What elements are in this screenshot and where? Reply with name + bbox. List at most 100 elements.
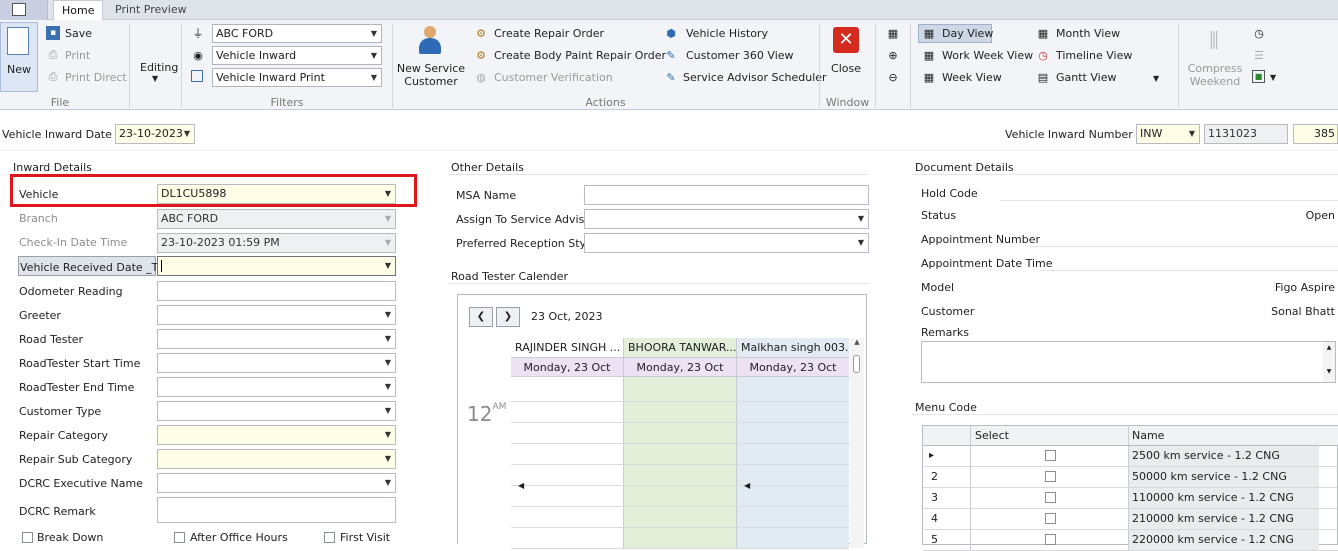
first-visit-checkbox[interactable] — [324, 532, 335, 543]
compress-weekend-button[interactable]: ⫼ Compress Weekend — [1186, 24, 1244, 90]
break-down-checkbox[interactable] — [22, 532, 33, 543]
checkin-field[interactable]: 23-10-2023 01:59 PM ▼ — [157, 233, 396, 253]
dcrc-remark-input[interactable] — [157, 497, 396, 523]
work-week-view-button[interactable]: Work Week View — [942, 49, 1033, 62]
table-row[interactable]: ▸ 2500 km service - 1.2 CNG — [923, 446, 1338, 467]
row-select-checkbox[interactable] — [1045, 450, 1056, 461]
inward-details-title: Inward Details — [13, 161, 92, 174]
row-select-checkbox[interactable] — [1045, 513, 1056, 524]
table-row[interactable]: 5 220000 km service - 1.2 CNG — [923, 530, 1338, 551]
save-button[interactable]: Save — [65, 27, 92, 40]
column-scroll-left-icon[interactable]: ◀ — [744, 481, 750, 490]
table-row[interactable]: 4 210000 km service - 1.2 CNG — [923, 509, 1338, 530]
repair-category-combo[interactable]: ▼ — [157, 425, 396, 445]
color-picker-icon[interactable]: ■ — [1252, 70, 1265, 83]
close-button-label: Close — [831, 62, 861, 75]
print-direct-button[interactable]: Print Direct — [65, 71, 127, 84]
gantt-view-button[interactable]: Gantt View — [1056, 71, 1116, 84]
zoom-in-icon[interactable]: ⊕ — [886, 48, 900, 62]
create-body-paint-button[interactable]: Create Body Paint Repair Order — [494, 49, 666, 62]
road-tester-calendar: ❮ ❯ 23 Oct, 2023 12AM RAJINDER SINGH ...… — [457, 294, 867, 551]
name-column-header[interactable]: Name — [1132, 429, 1164, 442]
calendar-row-lines — [511, 401, 849, 551]
report-icon — [191, 70, 203, 82]
inward-suffix-field[interactable]: 385 — [1293, 124, 1338, 144]
greeter-combo[interactable]: ▼ — [157, 305, 396, 325]
vehicle-combo[interactable]: DL1CU5898 ▼ — [157, 184, 396, 204]
remarks-input[interactable]: ▲ ▼ — [921, 341, 1336, 383]
inward-prefix-combo[interactable]: INW ▼ — [1136, 124, 1200, 144]
dealer-filter-combo[interactable]: ABC FORD ▼ — [212, 24, 382, 43]
file-group-label: File — [50, 96, 70, 109]
create-repair-order-button[interactable]: Create Repair Order — [494, 27, 604, 40]
week-view-button[interactable]: Week View — [942, 71, 1002, 84]
person-icon — [418, 26, 442, 56]
customer-verification-button[interactable]: Customer Verification — [494, 71, 613, 84]
appointment-datetime-label: Appointment Date Time — [921, 257, 1053, 270]
module-filter-value: Vehicle Inward — [216, 49, 297, 62]
vehicle-history-button[interactable]: Vehicle History — [686, 27, 768, 40]
column-scroll-left-icon[interactable]: ◀ — [518, 481, 524, 490]
odometer-input[interactable] — [157, 281, 396, 301]
calendar-grid-icon[interactable]: ▦ — [886, 26, 900, 40]
first-visit-label: First Visit — [340, 531, 391, 544]
dcrc-remark-label: DCRC Remark — [19, 505, 96, 518]
scheduler-icon: ✎ — [666, 70, 676, 84]
select-column-header[interactable]: Select — [975, 429, 1009, 442]
customer-type-combo[interactable]: ▼ — [157, 401, 396, 421]
report-filter-combo[interactable]: Vehicle Inward Print ▼ — [212, 68, 382, 87]
app-menu-button[interactable] — [0, 0, 48, 20]
tab-print-preview[interactable]: Print Preview — [107, 0, 195, 20]
editing-button[interactable]: Editing — [140, 61, 178, 74]
vehicle-label: Vehicle — [19, 188, 59, 201]
after-office-checkbox[interactable] — [174, 532, 185, 543]
assign-advisor-combo[interactable]: ▼ — [584, 209, 869, 229]
settings-clock-icon[interactable]: ◷ — [1252, 26, 1266, 40]
color-picker-chevron-icon: ▼ — [1270, 73, 1277, 82]
branch-field[interactable]: ABC FORD ▼ — [157, 209, 396, 229]
timeline-view-button[interactable]: Timeline View — [1056, 49, 1132, 62]
road-tester-combo[interactable]: ▼ — [157, 329, 396, 349]
close-button[interactable]: ✕ Close — [826, 24, 866, 90]
row-number: 2 — [923, 467, 971, 487]
zoom-out-icon[interactable]: ⊖ — [886, 70, 900, 84]
rt-end-combo[interactable]: ▼ — [157, 377, 396, 397]
new-service-customer-button[interactable]: New Service Customer — [396, 24, 466, 90]
print-button[interactable]: Print — [65, 49, 90, 62]
calendar-prev-button[interactable]: ❮ — [469, 307, 493, 327]
row-select-checkbox[interactable] — [1045, 492, 1056, 503]
msa-name-input[interactable] — [584, 185, 869, 205]
inward-number-field[interactable]: 1131023 — [1204, 124, 1288, 144]
row-select-checkbox[interactable] — [1045, 471, 1056, 482]
status-label: Status — [921, 209, 957, 222]
dcrc-executive-combo[interactable]: ▼ — [157, 473, 396, 493]
table-row[interactable]: 2 50000 km service - 1.2 CNG — [923, 467, 1338, 488]
chevron-down-icon: ▼ — [384, 334, 391, 343]
customer-360-button[interactable]: Customer 360 View — [686, 49, 794, 62]
text-cursor — [161, 260, 162, 272]
compress-weekend-label-2: Weekend — [1189, 75, 1241, 88]
list-icon[interactable]: ☰ — [1252, 48, 1266, 62]
tab-home[interactable]: Home — [53, 0, 104, 20]
checkin-value: 23-10-2023 01:59 PM — [161, 236, 280, 249]
month-view-button[interactable]: Month View — [1056, 27, 1120, 40]
new-button[interactable]: New — [0, 22, 38, 92]
vehicle-inward-date-field[interactable]: 23-10-2023 ▼ — [115, 124, 195, 144]
row-select-checkbox[interactable] — [1045, 534, 1056, 545]
repair-sub-category-combo[interactable]: ▼ — [157, 449, 396, 469]
chevron-down-icon: ▼ — [384, 261, 391, 270]
vehicle-received-field[interactable]: ▼ — [157, 256, 396, 276]
table-row[interactable]: 3 110000 km service - 1.2 CNG — [923, 488, 1338, 509]
checkin-label: Check-In Date Time — [19, 236, 128, 249]
chevron-down-icon: ▼ — [384, 430, 391, 439]
new-service-customer-label-1: New Service — [396, 62, 466, 75]
calendar-scrollbar[interactable]: ▲ — [850, 338, 864, 548]
calendar-next-button[interactable]: ❯ — [496, 307, 520, 327]
rt-start-combo[interactable]: ▼ — [157, 353, 396, 373]
chevron-down-icon: ▼ — [370, 73, 377, 82]
service-advisor-scheduler-button[interactable]: Service Advisor Scheduler — [683, 71, 827, 84]
more-views-dropdown-icon[interactable]: ▼ — [1153, 74, 1159, 83]
preferred-reception-combo[interactable]: ▼ — [584, 233, 869, 253]
module-filter-combo[interactable]: Vehicle Inward ▼ — [212, 46, 382, 65]
assign-advisor-label: Assign To Service Advisor — [456, 213, 596, 226]
